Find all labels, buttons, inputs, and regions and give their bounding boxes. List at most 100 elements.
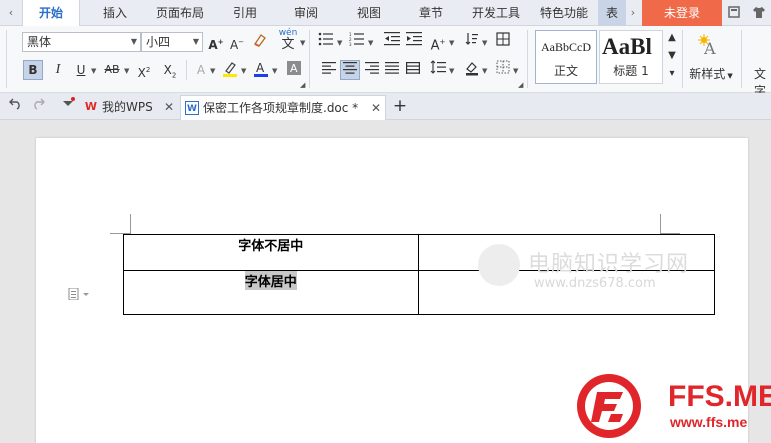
chevron-down-icon[interactable]: ▼ [337, 39, 342, 47]
paragraph-dialog-launcher-icon[interactable]: ◢ [518, 81, 523, 89]
tab-start[interactable]: 开始 [22, 0, 80, 27]
chevron-down-icon[interactable]: ▼ [210, 67, 215, 75]
justify-icon[interactable] [382, 60, 402, 80]
margin-mark-top-left [130, 214, 131, 234]
font-dialog-launcher-icon[interactable]: ◢ [300, 81, 305, 89]
chevron-down-icon[interactable]: ▼ [513, 67, 518, 75]
style-normal[interactable]: AaBbCcD 正文 [535, 30, 597, 84]
tab-view[interactable]: 视图 [346, 0, 392, 26]
skin-icon[interactable] [726, 5, 742, 21]
tab-my-wps-label: 我的WPS [102, 100, 153, 114]
borders-icon[interactable] [493, 32, 513, 52]
tab-developer-tools[interactable]: 开发工具 [466, 0, 526, 26]
watermark-site-name: 电脑知识学习网 [528, 252, 690, 277]
italic-button[interactable]: I [48, 60, 68, 80]
font-name-value: 黑体 [27, 35, 52, 49]
bullet-list-icon[interactable] [316, 32, 336, 52]
separator [309, 30, 310, 88]
style-heading-sample: AaBl [602, 34, 652, 59]
strikethrough-button[interactable]: AB [101, 60, 123, 80]
tab-current-document[interactable]: W 保密工作各项规章制度.doc * ✕ [180, 95, 386, 120]
chevron-down-icon[interactable]: ▼ [482, 67, 487, 75]
watermark-site-url: www.dnzs678.com [534, 276, 656, 291]
table-cell[interactable]: 字体不居中 [123, 234, 419, 271]
menu-scroll-left-icon[interactable]: ‹ [2, 0, 20, 26]
align-left-icon[interactable] [319, 60, 339, 80]
shading-icon[interactable] [462, 60, 482, 80]
word-doc-icon: W [185, 101, 199, 115]
font-color-icon[interactable]: A [251, 60, 271, 80]
char-shading-icon[interactable]: A [284, 60, 304, 80]
align-center-icon[interactable] [340, 60, 360, 80]
tab-table[interactable]: 表 [598, 0, 626, 26]
numbered-list-icon[interactable]: 123 [347, 32, 367, 52]
tab-page-layout[interactable]: 页面布局 [148, 0, 212, 26]
increase-indent-icon[interactable] [404, 32, 424, 52]
tab-document-label: 保密工作各项规章制度.doc * [203, 101, 359, 115]
close-icon[interactable]: ✕ [371, 96, 381, 120]
new-style-label: 新样式 ▼ [686, 65, 736, 82]
separator [186, 60, 187, 80]
chevron-down-icon[interactable]: ▼ [124, 67, 129, 75]
styles-scroll-down-icon[interactable]: ▼ [665, 48, 679, 64]
style-heading-1[interactable]: AaBl 标题 1 [599, 30, 663, 84]
highlight-color-icon[interactable] [220, 60, 240, 80]
decrease-indent-icon[interactable] [382, 32, 402, 52]
sort-icon[interactable] [462, 32, 482, 52]
styles-more-icon[interactable]: ▾ [665, 66, 679, 82]
chevron-down-icon[interactable]: ▼ [482, 39, 487, 47]
border-grid-icon[interactable] [493, 60, 513, 80]
separator [527, 30, 528, 88]
bold-button[interactable]: B [23, 60, 43, 80]
font-size-select[interactable]: 小四 ▼ [141, 32, 203, 52]
align-right-icon[interactable] [362, 60, 382, 80]
grow-font-icon[interactable]: A+ [206, 32, 226, 52]
font-name-select[interactable]: 黑体 ▼ [22, 32, 141, 52]
chevron-down-icon[interactable]: ▼ [272, 67, 277, 75]
chevron-down-icon[interactable]: ▼ [300, 39, 305, 47]
undo-icon[interactable] [6, 96, 26, 116]
new-style-button[interactable]: A 新样式 ▼ [686, 32, 736, 86]
styles-scroll-up-icon[interactable]: ▲ [665, 30, 679, 46]
tab-special-features[interactable]: 特色功能 [534, 0, 594, 26]
distributed-align-icon[interactable] [403, 60, 423, 80]
shirt-icon[interactable] [751, 5, 767, 21]
chevron-down-icon: ▼ [192, 37, 199, 46]
wps-logo-icon: W [84, 100, 98, 113]
style-normal-label: 正文 [553, 64, 578, 78]
separator [682, 30, 683, 88]
close-icon[interactable]: ✕ [164, 95, 174, 119]
subscript-button[interactable]: X2 [160, 60, 180, 80]
tab-my-wps[interactable]: W 我的WPS ✕ [80, 95, 180, 120]
line-spacing-icon[interactable] [428, 60, 448, 80]
quick-access-dropdown-icon[interactable] [58, 96, 78, 116]
login-button[interactable]: 未登录 [642, 0, 722, 26]
menu-scroll-right-icon[interactable]: › [624, 0, 642, 26]
table-cell[interactable]: 字体居中 [123, 270, 419, 315]
new-tab-icon[interactable]: + [390, 96, 410, 116]
cell-text-selected: 字体居中 [244, 271, 297, 290]
paragraph-layout-icon[interactable] [68, 287, 90, 303]
chevron-down-icon[interactable]: ▼ [449, 67, 454, 75]
redo-icon[interactable] [28, 96, 48, 116]
chevron-down-icon[interactable]: ▼ [449, 39, 454, 47]
text-effect-icon[interactable]: A [191, 60, 211, 80]
tab-references[interactable]: 引用 [222, 0, 268, 26]
underline-button[interactable]: U [71, 60, 91, 80]
tab-review[interactable]: 审阅 [283, 0, 329, 26]
watermark-logo-icon [478, 244, 520, 286]
shrink-font-icon[interactable]: A− [227, 32, 247, 52]
new-style-icon: A [698, 34, 716, 58]
chevron-down-icon[interactable]: ▼ [241, 67, 246, 75]
chevron-down-icon[interactable]: ▼ [368, 39, 373, 47]
text-direction-icon[interactable]: A+ [428, 32, 448, 53]
clear-format-icon[interactable] [250, 32, 270, 52]
superscript-button[interactable]: X2 [134, 60, 154, 80]
document-tab-bar: W 我的WPS ✕ W 保密工作各项规章制度.doc * ✕ + [0, 93, 771, 120]
pinyin-guide-icon[interactable]: wén 文 [276, 28, 300, 52]
chevron-down-icon[interactable]: ▼ [91, 67, 96, 75]
chevron-down-icon: ▼ [725, 72, 733, 80]
tab-insert[interactable]: 插入 [90, 0, 140, 26]
tab-section[interactable]: 章节 [408, 0, 454, 26]
ribbon-left-edge [6, 30, 7, 88]
